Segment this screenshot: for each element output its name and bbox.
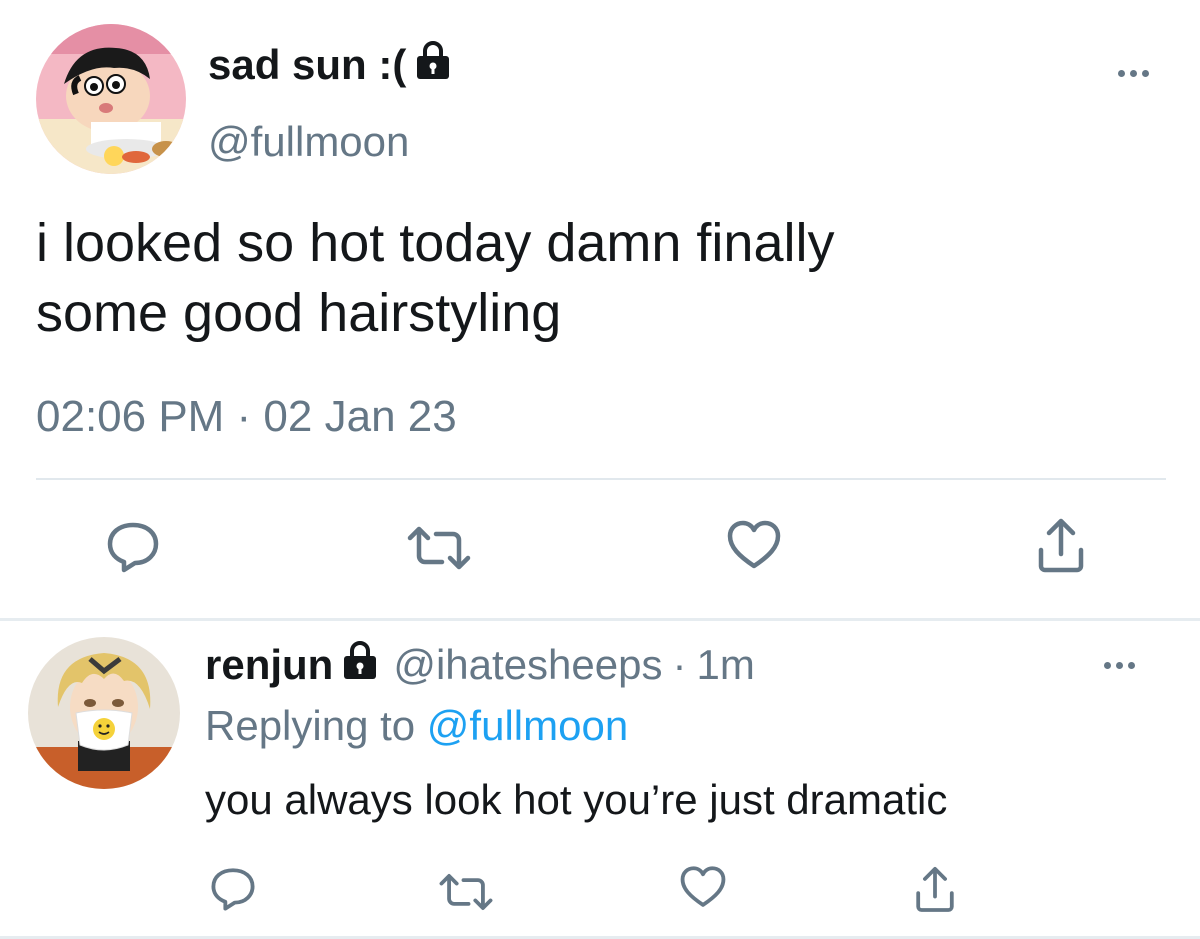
reply-icon (211, 868, 255, 911)
like-button[interactable] (725, 518, 783, 572)
main-tweet: sad sun :( @fullmoon i looked so hot tod… (0, 0, 1200, 620)
avatar-image (36, 24, 186, 174)
author-handle[interactable]: @fullmoon (208, 118, 409, 166)
like-button[interactable] (678, 864, 728, 910)
retweet-icon (407, 526, 471, 570)
share-button[interactable] (1036, 516, 1086, 574)
reply-header: renjun @ihatesheeps · 1m (205, 640, 755, 690)
divider (36, 478, 1166, 480)
more-icon[interactable] (1118, 70, 1149, 77)
lock-icon (414, 40, 452, 90)
replying-prefix: Replying to (205, 702, 416, 749)
reply-time[interactable]: 1m (697, 641, 755, 689)
reply-button[interactable] (104, 520, 162, 574)
retweet-button[interactable] (438, 870, 494, 914)
avatar[interactable] (36, 24, 186, 174)
like-icon (727, 520, 781, 569)
avatar-image (28, 637, 180, 789)
tweet-text-line: some good hairstyling (36, 283, 562, 343)
share-icon (916, 866, 954, 912)
tweet-text: i looked so hot today damn finally some … (36, 208, 1136, 348)
lock-icon (341, 640, 379, 690)
timestamp[interactable]: 02:06 PM · 02 Jan 23 (36, 392, 457, 442)
retweet-icon (439, 874, 493, 910)
share-button[interactable] (914, 864, 956, 914)
avatar[interactable] (28, 637, 180, 789)
retweet-button[interactable] (406, 522, 472, 574)
more-icon[interactable] (1104, 662, 1135, 669)
section-divider (0, 618, 1200, 621)
mention-link[interactable]: @fullmoon (427, 702, 628, 749)
separator: · (672, 641, 687, 688)
author-handle[interactable]: @ihatesheeps (393, 641, 662, 689)
reply-text: you always look hot you’re just dramatic (205, 776, 948, 823)
replying-to: Replying to @fullmoon (205, 702, 628, 750)
display-name: sad sun :( (208, 41, 407, 88)
like-icon (680, 866, 726, 907)
author-name[interactable]: sad sun :( (208, 40, 452, 90)
tweet-text-line: i looked so hot today damn finally (36, 213, 835, 273)
reply-icon (107, 522, 159, 573)
reply-button[interactable] (208, 866, 258, 912)
share-icon (1038, 518, 1084, 573)
display-name[interactable]: renjun (205, 641, 333, 689)
